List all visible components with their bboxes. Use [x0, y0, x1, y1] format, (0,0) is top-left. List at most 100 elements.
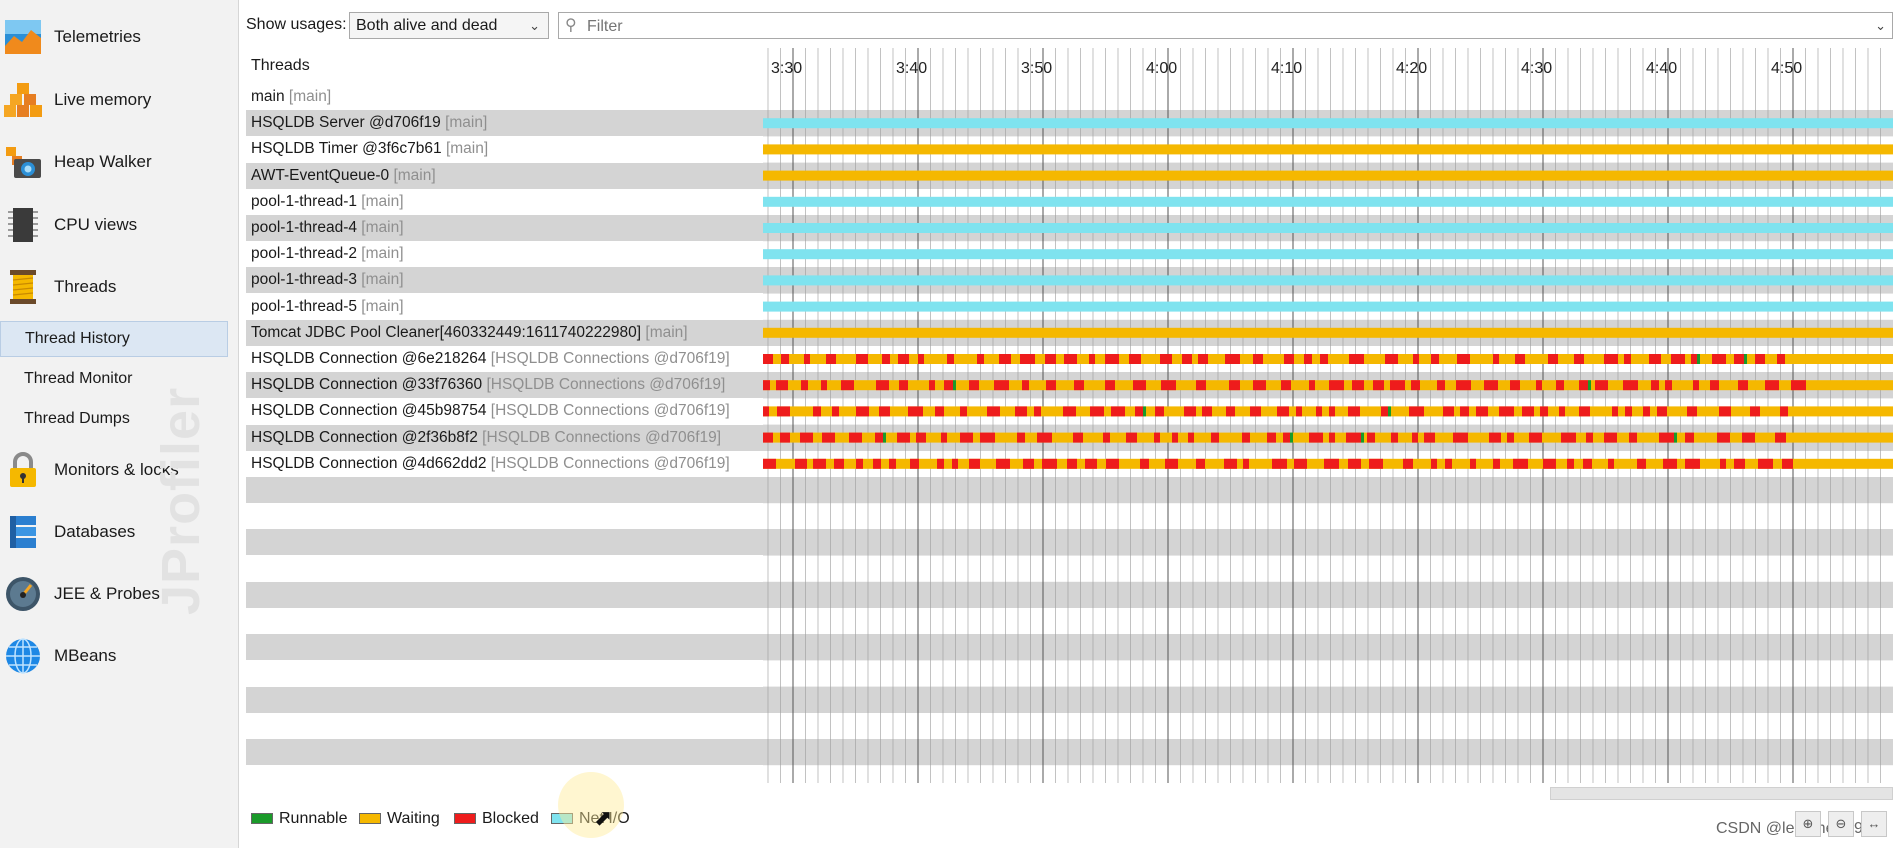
thread-state-blocked-segment — [875, 432, 883, 443]
thread-group-text: [HSQLDB Connections @d706f19] — [482, 428, 722, 446]
thread-state-blocked-segment — [1579, 380, 1588, 391]
thread-state-blocked-segment — [1780, 406, 1788, 417]
thread-state-blocked-segment — [1074, 380, 1084, 391]
thread-state-blocked-segment — [1413, 354, 1419, 364]
thread-state-blocked-segment — [1373, 380, 1384, 391]
chevron-down-icon[interactable]: ⌄ — [1875, 13, 1886, 38]
thread-timeline[interactable]: 3:30 3:40 3:50 4:00 4:10 4:20 4:30 4:40 4:50 — [763, 48, 1893, 783]
thread-state-bar — [763, 196, 1893, 207]
cursor-highlight — [558, 772, 624, 838]
thread-state-blocked-segment — [1612, 406, 1618, 417]
sidebar-item-label: JEE & Probes — [54, 584, 160, 603]
thread-state-runnable-segment — [1588, 380, 1591, 391]
thread-state-blocked-segment — [1106, 458, 1119, 469]
horizontal-scrollbar[interactable] — [1550, 787, 1893, 800]
thread-state-blocked-segment — [1135, 406, 1143, 417]
thread-state-blocked-segment — [1188, 432, 1194, 443]
sidebar-item-live-memory[interactable]: Live memory — [0, 71, 238, 129]
thread-state-blocked-segment — [1105, 380, 1115, 391]
timeline-canvas: 3:30 3:40 3:50 4:00 4:10 4:20 4:30 4:40 4:50 — [763, 48, 1893, 783]
thread-state-blocked-segment — [889, 458, 896, 469]
thread-group-text: [HSQLDB Connections @d706f19] — [490, 350, 730, 367]
thread-state-blocked-segment — [1685, 458, 1700, 469]
thread-state-blocked-segment — [1184, 406, 1196, 417]
legend-item-runnable: Runnable — [251, 810, 348, 828]
thread-name-text: pool-1-thread-4 — [251, 219, 357, 236]
thread-state-blocked-segment — [763, 380, 770, 391]
thread-state-blocked-segment — [1453, 432, 1468, 443]
thread-state-blocked-segment — [1412, 432, 1418, 443]
time-tick-label: 4:20 — [1396, 60, 1427, 77]
thread-state-blocked-segment — [1595, 380, 1608, 391]
thread-state-blocked-segment — [1791, 380, 1806, 391]
sidebar-item-label: MBeans — [54, 646, 117, 665]
thread-state-blocked-segment — [1424, 432, 1435, 443]
sidebar: Telemetries Live memory Heap Walker CPU … — [0, 0, 239, 848]
filter-field[interactable]: ⚲ ⌄ — [558, 12, 1893, 39]
thread-state-blocked-segment — [1023, 458, 1034, 469]
thread-state-blocked-segment — [1456, 380, 1471, 391]
thread-state-blocked-segment — [1224, 458, 1237, 469]
timeline-row-stripe — [763, 634, 1893, 661]
thread-name: pool-1-thread-4 [main] — [251, 219, 404, 237]
thread-name: pool-1-thread-1 [main] — [251, 193, 404, 211]
sidebar-item-mbeans[interactable]: MBeans — [0, 627, 238, 685]
thread-state-blocked-segment — [1782, 458, 1793, 469]
thread-state-blocked-segment — [929, 380, 935, 391]
thread-state-blocked-segment — [1775, 432, 1786, 443]
threads-icon — [10, 270, 36, 304]
thread-state-blocked-segment — [1381, 406, 1388, 417]
zoom-in-icon[interactable]: ⊕ — [1795, 811, 1821, 837]
thread-state-blocked-segment — [1659, 432, 1674, 443]
zoom-out-icon[interactable]: ⊖ — [1828, 811, 1854, 837]
thread-state-bar — [763, 118, 1893, 129]
subitem-thread-history[interactable]: Thread History — [0, 321, 228, 357]
thread-state-blocked-segment — [1367, 432, 1375, 443]
thread-state-blocked-segment — [1349, 354, 1364, 364]
legend-swatch — [251, 813, 273, 825]
thread-state-blocked-segment — [856, 406, 869, 417]
thread-name-text: Tomcat JDBC Pool Cleaner[460332449:16117… — [251, 323, 642, 341]
sidebar-item-heap-walker[interactable]: Heap Walker — [0, 133, 238, 191]
legend-item-blocked: Blocked — [454, 810, 539, 828]
thread-state-blocked-segment — [935, 406, 944, 417]
thread-state-blocked-segment — [994, 380, 1009, 391]
sidebar-item-threads[interactable]: Threads — [0, 258, 238, 316]
thread-state-blocked-segment — [804, 354, 810, 364]
sidebar-item-telemetries[interactable]: Telemetries — [0, 8, 238, 66]
thread-state-blocked-segment — [897, 432, 910, 443]
legend-item-waiting: Waiting — [359, 810, 440, 828]
thread-state-blocked-segment — [1625, 406, 1632, 417]
thread-state-blocked-segment — [1385, 354, 1398, 364]
sidebar-item-cpu-views[interactable]: CPU views — [0, 196, 238, 254]
thread-state-blocked-segment — [1198, 354, 1208, 364]
toolbar: Show usages: Both alive and dead ⌄ ⚲ ⌄ — [240, 0, 1893, 50]
thread-state-blocked-segment — [1226, 406, 1235, 417]
thread-state-blocked-segment — [1309, 432, 1323, 443]
thread-state-blocked-segment — [960, 432, 973, 443]
thread-state-blocked-segment — [969, 380, 979, 391]
thread-state-blocked-segment — [1691, 354, 1697, 364]
thread-state-blocked-segment — [1765, 380, 1779, 391]
show-usages-select[interactable]: Both alive and dead ⌄ — [349, 12, 549, 39]
show-usages-label: Show usages: — [246, 16, 347, 33]
thread-state-blocked-segment — [1250, 406, 1261, 417]
fit-icon[interactable]: ↔ — [1861, 811, 1887, 837]
filter-input[interactable] — [585, 15, 1869, 38]
thread-state-blocked-segment — [1734, 354, 1744, 364]
thread-state-blocked-segment — [1720, 458, 1726, 469]
cpu-views-icon — [8, 208, 38, 242]
thread-state-blocked-segment — [1284, 354, 1294, 364]
globe-icon — [6, 638, 40, 674]
thread-name: HSQLDB Connection @4d662dd2 [HSQLDB Conn… — [251, 455, 730, 473]
thread-state-blocked-segment — [1111, 406, 1125, 417]
thread-name-text: HSQLDB Connection @33f76360 — [251, 376, 483, 394]
thread-state-blocked-segment — [879, 406, 890, 417]
thread-state-blocked-segment — [898, 354, 909, 364]
thread-group-text: [main] — [393, 166, 436, 184]
thread-state-blocked-segment — [1324, 458, 1339, 469]
legend-label: Runnable — [279, 810, 348, 827]
thread-state-blocked-segment — [1717, 432, 1730, 443]
thread-state-blocked-segment — [1369, 458, 1383, 469]
thread-state-blocked-segment — [813, 406, 821, 417]
